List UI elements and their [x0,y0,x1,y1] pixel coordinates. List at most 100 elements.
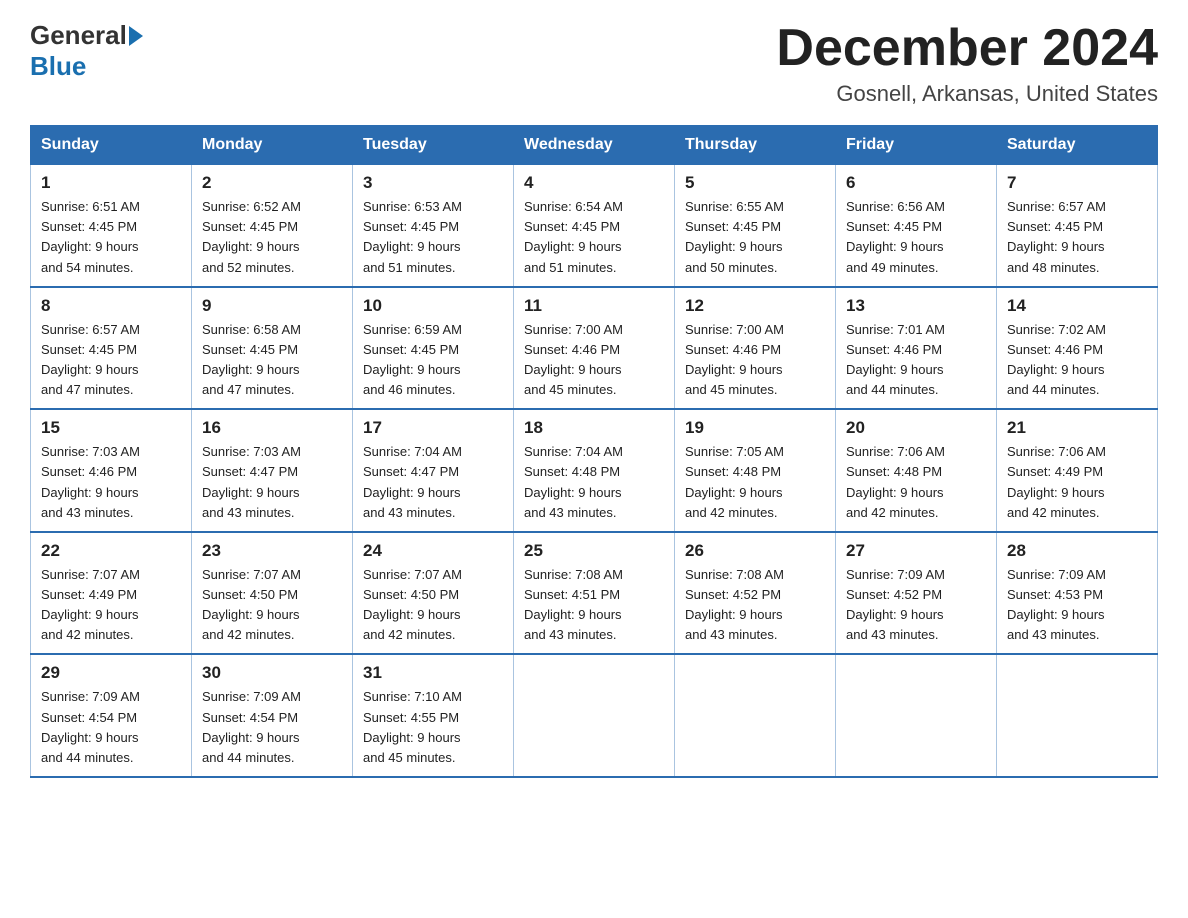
day-number: 18 [524,418,664,438]
table-row: 26 Sunrise: 7:08 AM Sunset: 4:52 PM Dayl… [675,532,836,655]
table-row: 19 Sunrise: 7:05 AM Sunset: 4:48 PM Dayl… [675,409,836,532]
table-row: 5 Sunrise: 6:55 AM Sunset: 4:45 PM Dayli… [675,165,836,287]
header-friday: Friday [836,126,997,165]
day-number: 29 [41,663,181,683]
day-number: 19 [685,418,825,438]
table-row: 21 Sunrise: 7:06 AM Sunset: 4:49 PM Dayl… [997,409,1158,532]
day-info: Sunrise: 7:00 AM Sunset: 4:46 PM Dayligh… [524,320,664,401]
calendar-week-row: 8 Sunrise: 6:57 AM Sunset: 4:45 PM Dayli… [31,287,1158,410]
table-row [836,654,997,777]
day-info: Sunrise: 7:05 AM Sunset: 4:48 PM Dayligh… [685,442,825,523]
table-row: 2 Sunrise: 6:52 AM Sunset: 4:45 PM Dayli… [192,165,353,287]
table-row: 13 Sunrise: 7:01 AM Sunset: 4:46 PM Dayl… [836,287,997,410]
day-info: Sunrise: 7:01 AM Sunset: 4:46 PM Dayligh… [846,320,986,401]
day-info: Sunrise: 7:09 AM Sunset: 4:54 PM Dayligh… [41,687,181,768]
table-row: 7 Sunrise: 6:57 AM Sunset: 4:45 PM Dayli… [997,165,1158,287]
day-info: Sunrise: 7:07 AM Sunset: 4:50 PM Dayligh… [363,565,503,646]
day-number: 31 [363,663,503,683]
day-number: 30 [202,663,342,683]
table-row: 10 Sunrise: 6:59 AM Sunset: 4:45 PM Dayl… [353,287,514,410]
logo-blue-text: Blue [30,51,86,82]
weekday-header-row: Sunday Monday Tuesday Wednesday Thursday… [31,126,1158,165]
day-number: 4 [524,173,664,193]
day-info: Sunrise: 6:58 AM Sunset: 4:45 PM Dayligh… [202,320,342,401]
table-row: 17 Sunrise: 7:04 AM Sunset: 4:47 PM Dayl… [353,409,514,532]
logo-arrow-icon [129,26,143,46]
table-row: 27 Sunrise: 7:09 AM Sunset: 4:52 PM Dayl… [836,532,997,655]
day-info: Sunrise: 6:57 AM Sunset: 4:45 PM Dayligh… [1007,197,1147,278]
table-row: 8 Sunrise: 6:57 AM Sunset: 4:45 PM Dayli… [31,287,192,410]
header-saturday: Saturday [997,126,1158,165]
header-thursday: Thursday [675,126,836,165]
day-number: 17 [363,418,503,438]
table-row: 18 Sunrise: 7:04 AM Sunset: 4:48 PM Dayl… [514,409,675,532]
day-number: 25 [524,541,664,561]
day-number: 12 [685,296,825,316]
table-row: 29 Sunrise: 7:09 AM Sunset: 4:54 PM Dayl… [31,654,192,777]
table-row: 22 Sunrise: 7:07 AM Sunset: 4:49 PM Dayl… [31,532,192,655]
day-info: Sunrise: 6:59 AM Sunset: 4:45 PM Dayligh… [363,320,503,401]
calendar-week-row: 15 Sunrise: 7:03 AM Sunset: 4:46 PM Dayl… [31,409,1158,532]
day-number: 26 [685,541,825,561]
table-row: 1 Sunrise: 6:51 AM Sunset: 4:45 PM Dayli… [31,165,192,287]
day-info: Sunrise: 6:56 AM Sunset: 4:45 PM Dayligh… [846,197,986,278]
table-row: 23 Sunrise: 7:07 AM Sunset: 4:50 PM Dayl… [192,532,353,655]
day-number: 13 [846,296,986,316]
day-info: Sunrise: 6:57 AM Sunset: 4:45 PM Dayligh… [41,320,181,401]
day-number: 9 [202,296,342,316]
day-number: 10 [363,296,503,316]
day-info: Sunrise: 7:03 AM Sunset: 4:47 PM Dayligh… [202,442,342,523]
table-row: 31 Sunrise: 7:10 AM Sunset: 4:55 PM Dayl… [353,654,514,777]
day-number: 3 [363,173,503,193]
day-info: Sunrise: 7:09 AM Sunset: 4:54 PM Dayligh… [202,687,342,768]
day-number: 23 [202,541,342,561]
day-info: Sunrise: 6:51 AM Sunset: 4:45 PM Dayligh… [41,197,181,278]
day-number: 16 [202,418,342,438]
day-number: 24 [363,541,503,561]
day-number: 8 [41,296,181,316]
day-info: Sunrise: 6:53 AM Sunset: 4:45 PM Dayligh… [363,197,503,278]
day-number: 14 [1007,296,1147,316]
day-info: Sunrise: 6:52 AM Sunset: 4:45 PM Dayligh… [202,197,342,278]
table-row: 24 Sunrise: 7:07 AM Sunset: 4:50 PM Dayl… [353,532,514,655]
day-info: Sunrise: 6:54 AM Sunset: 4:45 PM Dayligh… [524,197,664,278]
table-row: 30 Sunrise: 7:09 AM Sunset: 4:54 PM Dayl… [192,654,353,777]
day-number: 2 [202,173,342,193]
header-monday: Monday [192,126,353,165]
header-tuesday: Tuesday [353,126,514,165]
day-number: 20 [846,418,986,438]
table-row [675,654,836,777]
table-row: 11 Sunrise: 7:00 AM Sunset: 4:46 PM Dayl… [514,287,675,410]
day-info: Sunrise: 7:04 AM Sunset: 4:48 PM Dayligh… [524,442,664,523]
table-row: 14 Sunrise: 7:02 AM Sunset: 4:46 PM Dayl… [997,287,1158,410]
table-row: 3 Sunrise: 6:53 AM Sunset: 4:45 PM Dayli… [353,165,514,287]
day-info: Sunrise: 7:02 AM Sunset: 4:46 PM Dayligh… [1007,320,1147,401]
table-row: 4 Sunrise: 6:54 AM Sunset: 4:45 PM Dayli… [514,165,675,287]
day-info: Sunrise: 7:09 AM Sunset: 4:52 PM Dayligh… [846,565,986,646]
day-number: 7 [1007,173,1147,193]
day-info: Sunrise: 7:09 AM Sunset: 4:53 PM Dayligh… [1007,565,1147,646]
day-info: Sunrise: 7:03 AM Sunset: 4:46 PM Dayligh… [41,442,181,523]
day-number: 15 [41,418,181,438]
calendar-table: Sunday Monday Tuesday Wednesday Thursday… [30,125,1158,778]
calendar-week-row: 29 Sunrise: 7:09 AM Sunset: 4:54 PM Dayl… [31,654,1158,777]
title-area: December 2024 Gosnell, Arkansas, United … [776,20,1158,107]
table-row: 25 Sunrise: 7:08 AM Sunset: 4:51 PM Dayl… [514,532,675,655]
table-row: 9 Sunrise: 6:58 AM Sunset: 4:45 PM Dayli… [192,287,353,410]
day-info: Sunrise: 7:07 AM Sunset: 4:49 PM Dayligh… [41,565,181,646]
location-title: Gosnell, Arkansas, United States [776,81,1158,107]
table-row: 16 Sunrise: 7:03 AM Sunset: 4:47 PM Dayl… [192,409,353,532]
page-header: General Blue December 2024 Gosnell, Arka… [30,20,1158,107]
day-number: 22 [41,541,181,561]
logo: General Blue [30,20,145,82]
table-row: 6 Sunrise: 6:56 AM Sunset: 4:45 PM Dayli… [836,165,997,287]
table-row: 20 Sunrise: 7:06 AM Sunset: 4:48 PM Dayl… [836,409,997,532]
day-info: Sunrise: 7:06 AM Sunset: 4:49 PM Dayligh… [1007,442,1147,523]
table-row: 15 Sunrise: 7:03 AM Sunset: 4:46 PM Dayl… [31,409,192,532]
day-info: Sunrise: 7:10 AM Sunset: 4:55 PM Dayligh… [363,687,503,768]
day-number: 27 [846,541,986,561]
day-info: Sunrise: 7:06 AM Sunset: 4:48 PM Dayligh… [846,442,986,523]
day-number: 6 [846,173,986,193]
day-info: Sunrise: 6:55 AM Sunset: 4:45 PM Dayligh… [685,197,825,278]
table-row [514,654,675,777]
